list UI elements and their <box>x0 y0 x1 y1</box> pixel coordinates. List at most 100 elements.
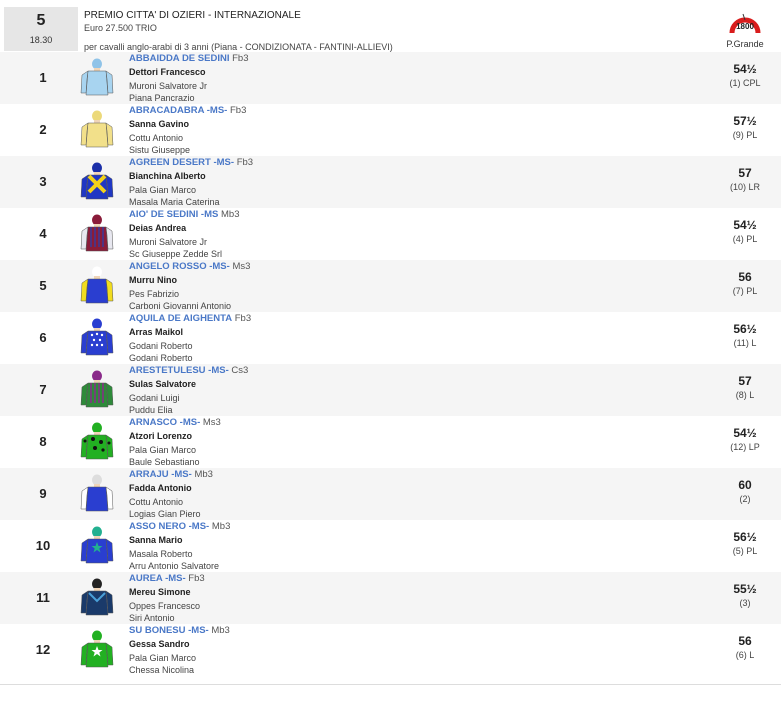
horse-sex-age: Mb3 <box>211 625 230 636</box>
horse-name-link[interactable]: ANGELO ROSSO -MS- <box>129 261 230 272</box>
jockey-silks-icon <box>79 211 117 257</box>
jockey-name: Mereu Simone <box>129 587 191 597</box>
horse-name-link[interactable]: ARRAJU -MS- <box>129 469 192 480</box>
runner-number: 5 <box>39 278 47 293</box>
horse-name-link[interactable]: AQUILA DE AIGHENTA <box>129 313 232 324</box>
runner-row[interactable]: 3 AGREEN DESERT -MS- Fb3 Bianchina Alber… <box>0 156 781 208</box>
trainer-name: Pala Gian Marco <box>129 185 197 195</box>
owner-name: Godani Roberto <box>129 353 193 363</box>
owner-name: Chessa Nicolina <box>129 665 195 675</box>
weight-column: 55½ (3) <box>721 582 769 609</box>
jockey-silks-icon <box>79 263 117 309</box>
owner-name: Piana Pancrazio <box>129 93 195 103</box>
track-label: P.Grande <box>726 39 764 49</box>
trainer-name: Godani Luigi <box>129 393 180 403</box>
jockey-name: Arras Maikol <box>129 327 184 337</box>
horse-line: ARRAJU -MS- Mb3 <box>129 469 213 481</box>
owner-name: Carboni Giovanni Antonio <box>129 301 232 311</box>
weight-column: 56 (7) PL <box>721 270 769 297</box>
weight: 56 <box>738 270 752 284</box>
trainer-name: Godani Roberto <box>129 341 193 351</box>
weight: 56½ <box>733 322 757 336</box>
weight: 57 <box>738 166 752 180</box>
stall-equipment: (5) PL <box>732 546 758 556</box>
horse-line: ABRACADABRA -MS- Fb3 <box>129 105 246 117</box>
horse-name-link[interactable]: ARNASCO -MS- <box>129 417 200 428</box>
weight: 56½ <box>733 530 757 544</box>
jockey-silks-icon <box>79 367 117 413</box>
runner-row[interactable]: 1 ABBAIDDA DE SEDINI Fb3 Dettori Frances… <box>0 52 781 104</box>
track-icon: 1800 <box>729 13 761 34</box>
runner-number: 10 <box>35 538 51 553</box>
runner-number: 6 <box>39 330 47 345</box>
horse-sex-age: Fb3 <box>236 157 254 168</box>
runner-row[interactable]: 5 ANGELO ROSSO -MS- Ms3 Murru Nino Pes F… <box>0 260 781 312</box>
jockey-silks-icon <box>79 159 117 205</box>
runner-row[interactable]: 4 AIO' DE SEDINI -MS Mb3 Deias Andrea Mu… <box>0 208 781 260</box>
race-number-box[interactable]: 5 18.30 <box>4 7 78 51</box>
weight: 55½ <box>733 582 757 596</box>
runner-row[interactable]: 10 ASSO NERO -MS- Mb3 Sanna Mario Masala… <box>0 520 781 572</box>
weight: 54½ <box>733 62 757 76</box>
horse-name-link[interactable]: AGREEN DESERT -MS- <box>129 157 234 168</box>
stall-equipment: (12) LP <box>730 442 760 452</box>
horse-name-link[interactable]: AUREA -MS- <box>129 573 186 584</box>
runner-number: 12 <box>35 642 51 657</box>
jockey-name: Sanna Mario <box>129 535 183 545</box>
jockey-silks-icon <box>79 471 117 517</box>
runner-list: 1 ABBAIDDA DE SEDINI Fb3 Dettori Frances… <box>0 52 781 676</box>
horse-name-link[interactable]: ARESTETULESU -MS- <box>129 365 229 376</box>
weight-column: 54½ (4) PL <box>721 218 769 245</box>
horse-line: ABBAIDDA DE SEDINI Fb3 <box>129 53 248 65</box>
stall-equipment: (9) PL <box>732 130 758 140</box>
runner-row[interactable]: 9 ARRAJU -MS- Mb3 Fadda Antonio Cottu An… <box>0 468 781 520</box>
runner-number: 2 <box>39 122 47 137</box>
weight: 57½ <box>733 114 757 128</box>
jockey-name: Gessa Sandro <box>129 639 190 649</box>
stall-equipment: (3) <box>739 598 751 608</box>
race-prize: Euro 27.500 TRIO <box>84 23 157 33</box>
horse-name-link[interactable]: ASSO NERO -MS- <box>129 521 209 532</box>
runner-row[interactable]: 6 AQUILA DE AIGHENTA Fb3 Arras Maikol Go… <box>0 312 781 364</box>
jockey-silks-icon <box>79 55 117 101</box>
divider <box>0 684 781 685</box>
runner-number: 8 <box>39 434 47 449</box>
race-header: 5 18.30 PREMIO CITTA' DI OZIERI - INTERN… <box>0 0 781 52</box>
horse-name-link[interactable]: AIO' DE SEDINI -MS <box>129 209 218 220</box>
runner-number: 7 <box>39 382 47 397</box>
runner-row[interactable]: 12 SU BONESU -MS- Mb3 Gessa Sandro Pala … <box>0 624 781 676</box>
horse-name-link[interactable]: ABRACADABRA -MS- <box>129 105 227 116</box>
track-distance: 1800 <box>736 22 754 31</box>
trainer-name: Oppes Francesco <box>129 601 201 611</box>
stall-equipment: (8) L <box>735 390 755 400</box>
trainer-name: Muroni Salvatore Jr <box>129 81 208 91</box>
runner-row[interactable]: 2 ABRACADABRA -MS- Fb3 Sanna Gavino Cott… <box>0 104 781 156</box>
runner-row[interactable]: 7 ARESTETULESU -MS- Cs3 Sulas Salvatore … <box>0 364 781 416</box>
stall-equipment: (4) PL <box>732 234 758 244</box>
race-time: 18.30 <box>29 35 53 45</box>
runner-row[interactable]: 11 AUREA -MS- Fb3 Mereu Simone Oppes Fra… <box>0 572 781 624</box>
horse-line: AQUILA DE AIGHENTA Fb3 <box>129 313 251 325</box>
jockey-silks-icon <box>79 107 117 153</box>
weight: 54½ <box>733 426 757 440</box>
jockey-silks-icon <box>79 419 117 465</box>
horse-name-link[interactable]: ABBAIDDA DE SEDINI <box>129 53 229 64</box>
jockey-name: Murru Nino <box>129 275 177 285</box>
jockey-name: Bianchina Alberto <box>129 171 206 181</box>
jockey-name: Deias Andrea <box>129 223 187 233</box>
stall-equipment: (10) LR <box>729 182 760 192</box>
runner-number: 1 <box>39 70 47 85</box>
jockey-silks-icon <box>79 627 117 673</box>
jockey-name: Sanna Gavino <box>129 119 190 129</box>
horse-sex-age: Mb3 <box>221 209 240 220</box>
horse-name-link[interactable]: SU BONESU -MS- <box>129 625 209 636</box>
runner-number: 4 <box>39 226 47 241</box>
jockey-silks-icon <box>79 315 117 361</box>
runner-row[interactable]: 8 ARNASCO -MS- Ms3 Atzori Lorenzo Pala G… <box>0 416 781 468</box>
horse-line: AIO' DE SEDINI -MS Mb3 <box>129 209 239 221</box>
weight-column: 56½ (5) PL <box>721 530 769 557</box>
horse-line: AUREA -MS- Fb3 <box>129 573 205 585</box>
weight-column: 54½ (12) LP <box>721 426 769 453</box>
jockey-name: Dettori Francesco <box>129 67 206 77</box>
trainer-name: Cottu Antonio <box>129 497 184 507</box>
